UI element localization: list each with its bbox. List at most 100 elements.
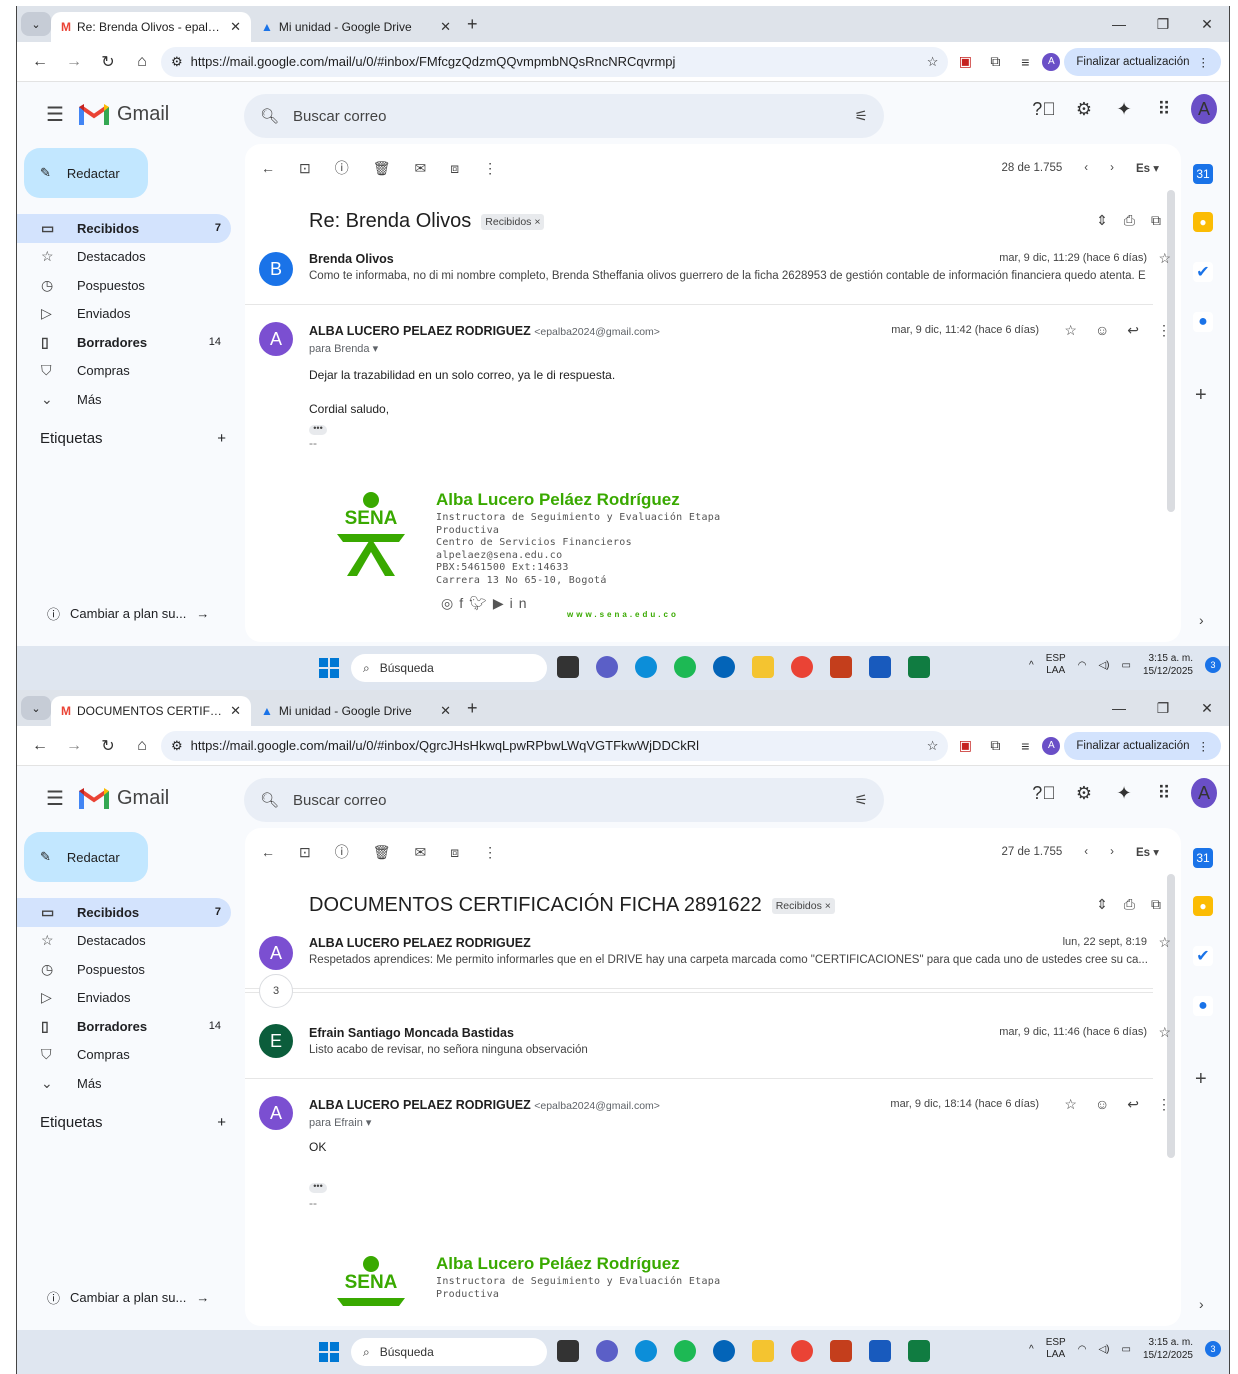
tab-search-button[interactable]: ⌄ [21,696,51,720]
delete-icon[interactable]: 🗑︎ [373,844,391,861]
nav-item-snoozed[interactable]: ◷ Pospuestos [17,955,231,984]
back-icon[interactable]: ← [25,53,55,71]
powerpoint-icon[interactable] [830,1340,852,1362]
help-icon[interactable]: ?⃝ [1031,99,1057,120]
account-avatar[interactable]: A [1191,94,1217,124]
search-options-icon[interactable]: ⚟ [855,791,868,809]
more-options-icon[interactable]: ⋮ [483,160,497,177]
tasks-icon[interactable]: ✔ [1193,946,1213,966]
recipients-dropdown[interactable]: para Brenda ▾ [309,342,378,355]
twitter-icon[interactable]: 🐦︎ [469,595,493,611]
nav-item-sent[interactable]: ▷ Enviados [17,984,231,1013]
search-mail-input[interactable]: 🔍︎ Buscar correo ⚟ [244,778,884,822]
search-mail-input[interactable]: 🔍︎ Buscar correo ⚟ [244,94,884,138]
nav-item-purchases[interactable]: ⛉ Compras [17,1041,231,1070]
keep-icon[interactable]: ● [1193,212,1213,232]
open-new-window-icon[interactable]: ⧉ [1151,896,1161,913]
collapsed-messages-count[interactable]: 3 [259,974,293,1008]
battery-icon[interactable]: ▭ [1121,660,1130,671]
message-collapsed[interactable]: A ALBA LUCERO PELAEZ RODRIGUEZ lun, 22 s… [245,930,1181,986]
taskview-icon[interactable] [557,1340,579,1362]
site-info-icon[interactable]: ⚙ [171,738,183,754]
tab-gmail[interactable]: M DOCUMENTOS CERTIFICACIÓN ✕ [51,696,251,726]
reply-icon[interactable]: ↩ [1127,322,1139,339]
edge-icon[interactable] [635,656,657,678]
nav-item-more[interactable]: ⌄ Más [17,385,231,414]
explorer-icon[interactable] [752,1340,774,1362]
url-field[interactable]: ⚙ https://mail.google.com/mail/u/0/#inbo… [161,730,949,761]
star-icon[interactable]: ☆ [1158,1024,1171,1041]
more-icon[interactable]: ⋮ [1157,1096,1171,1113]
taskbar-search[interactable]: ⌕ Búsqueda [351,1338,547,1366]
linkedin-icon[interactable]: in [510,595,533,611]
search-options-icon[interactable]: ⚟ [855,107,868,125]
search-icon[interactable]: 🔍︎ [260,791,279,809]
bookmark-star-icon[interactable]: ☆ [927,54,939,70]
battery-icon[interactable]: ▭ [1121,1344,1130,1355]
emoji-react-icon[interactable]: ☺ [1095,322,1109,339]
star-icon[interactable]: ☆ [1064,322,1077,339]
home-icon[interactable]: ⌂ [127,737,157,755]
tasks-icon[interactable]: ✔ [1193,262,1213,282]
spotify-icon[interactable] [674,1340,696,1362]
explorer-icon[interactable] [752,656,774,678]
add-addon-icon[interactable]: + [1195,1068,1207,1091]
contacts-icon[interactable]: ● [1193,996,1213,1016]
new-tab-icon[interactable]: + [467,698,478,719]
nav-item-starred[interactable]: ☆ Destacados [17,927,231,956]
update-button[interactable]: Finalizar actualización ⋮ [1064,47,1221,76]
chrome-icon[interactable] [791,1340,813,1362]
nav-item-inbox[interactable]: ▭ Recibidos 7 [17,214,231,243]
mark-unread-icon[interactable]: ✉ [415,160,427,177]
facebook-icon[interactable]: f [459,595,469,611]
show-trimmed-button[interactable]: ••• [309,1178,327,1193]
close-tab-icon[interactable]: ✕ [440,703,451,719]
upgrade-plan-link[interactable]: ⓘ Cambiar a plan su... → [47,604,227,623]
more-icon[interactable]: ⋮ [1157,322,1171,339]
upgrade-plan-link[interactable]: ⓘ Cambiar a plan su... → [47,1288,227,1307]
nav-item-snoozed[interactable]: ◷ Pospuestos [17,271,231,300]
calendar-icon[interactable]: 31 [1193,164,1213,184]
settings-gear-icon[interactable]: ⚙ [1071,99,1097,120]
close-window-icon[interactable]: ✕ [1185,16,1229,33]
tray-overflow-icon[interactable]: ^ [1029,1344,1034,1355]
taskbar-search[interactable]: ⌕ Búsqueda [351,654,547,682]
compose-button[interactable]: ✎ Redactar [24,148,148,198]
apps-grid-icon[interactable]: ⠿ [1151,99,1177,120]
open-new-window-icon[interactable]: ⧉ [1151,212,1161,229]
reload-icon[interactable]: ↻ [93,736,123,756]
extension-icon[interactable]: ▣ [952,51,978,73]
expand-panel-icon[interactable]: › [1199,612,1204,628]
powerpoint-icon[interactable] [830,656,852,678]
tab-drive[interactable]: ▲ Mi unidad - Google Drive ✕ [251,696,461,726]
excel-icon[interactable] [908,1340,930,1362]
profile-avatar-icon[interactable]: A [1042,736,1061,755]
prev-icon[interactable]: ‹ [1084,846,1088,858]
extensions-puzzle-icon[interactable]: ⧉ [982,51,1008,73]
nav-item-drafts[interactable]: ▯ Borradores 14 [17,328,231,357]
report-spam-icon[interactable]: ⓘ [335,842,349,862]
reading-list-icon[interactable]: ≡ [1012,51,1038,73]
volume-icon[interactable]: ◁) [1098,660,1109,671]
reload-icon[interactable]: ↻ [93,52,123,72]
extension-icon[interactable]: ▣ [952,735,978,757]
gmail-logo[interactable]: Gmail [79,103,249,126]
prev-icon[interactable]: ‹ [1084,162,1088,174]
restore-icon[interactable]: ❐ [1141,16,1185,33]
move-to-icon[interactable]: ⧈ [450,160,459,177]
show-trimmed-button[interactable]: ••• [309,420,327,435]
input-language[interactable]: ESP LAA [1046,653,1066,677]
recipients-dropdown[interactable]: para Efrain ▾ [309,1116,371,1129]
move-to-icon[interactable]: ⧈ [450,844,459,861]
tab-gmail[interactable]: M Re: Brenda Olivos - epalba2024 ✕ [51,12,251,42]
back-to-inbox-icon[interactable]: ← [261,160,275,176]
minimize-icon[interactable]: — [1097,700,1141,716]
nav-item-purchases[interactable]: ⛉ Compras [17,357,231,386]
restore-icon[interactable]: ❐ [1141,700,1185,717]
clock[interactable]: 3:15 a. m. 15/12/2025 [1143,1336,1193,1362]
contacts-icon[interactable]: ● [1193,312,1213,332]
settings-gear-icon[interactable]: ⚙ [1071,783,1097,804]
inbox-chip[interactable]: Recibidos × [771,897,835,914]
instagram-icon[interactable]: ◎ [441,595,459,611]
meet-icon[interactable] [596,656,618,678]
